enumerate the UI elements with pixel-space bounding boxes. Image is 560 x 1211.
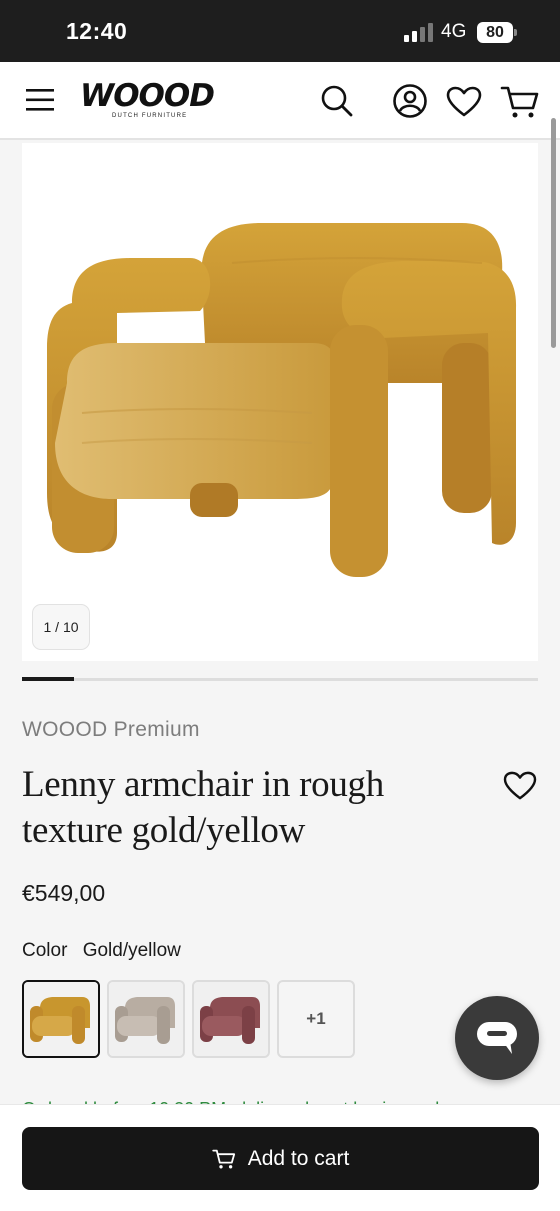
chat-bubble-icon <box>477 1022 517 1054</box>
color-label: Color <box>22 940 68 961</box>
gallery-progress[interactable] <box>22 677 538 681</box>
add-to-cart-button[interactable]: Add to cart <box>22 1127 539 1190</box>
cart-icon <box>212 1149 235 1168</box>
signal-icon <box>404 22 434 42</box>
status-bar: 12:40 4G 80 <box>0 0 560 62</box>
gallery-counter: 1 / 10 <box>32 604 90 650</box>
color-value: Gold/yellow <box>82 940 181 961</box>
battery-indicator: 80 <box>477 22 513 43</box>
search-icon[interactable] <box>320 84 354 118</box>
swatch-gold-yellow[interactable] <box>22 980 100 1058</box>
product-title: Lenny armchair in rough texture gold/yel… <box>22 764 384 851</box>
page-scrollbar[interactable] <box>551 118 556 348</box>
armchair-photo <box>47 223 517 577</box>
site-logo[interactable]: WOOOD DUTCH FURNITURE <box>80 78 215 125</box>
swatch-grey[interactable] <box>107 980 185 1058</box>
swatch-armchair-image <box>24 982 98 1056</box>
gallery-progress-fill <box>22 677 74 681</box>
logo-wordmark: WOOOD <box>80 78 215 114</box>
add-to-cart-label: Add to cart <box>247 1146 350 1170</box>
chat-button[interactable] <box>455 996 539 1080</box>
swatch-armchair-image <box>194 982 268 1056</box>
product-image[interactable] <box>22 143 538 661</box>
product-brand[interactable]: WOOOD Premium <box>22 718 200 742</box>
color-selector-label: Color Gold/yellow <box>22 940 181 962</box>
battery-tip <box>514 29 517 36</box>
swatch-armchair-image <box>109 982 183 1056</box>
status-time: 12:40 <box>66 18 128 44</box>
swatch-burgundy[interactable] <box>192 980 270 1058</box>
wishlist-heart-icon[interactable] <box>503 771 537 801</box>
more-colors-button[interactable]: +1 <box>277 980 355 1058</box>
network-type: 4G <box>441 21 467 42</box>
account-icon[interactable] <box>392 83 428 119</box>
menu-icon[interactable] <box>26 88 56 112</box>
heart-icon[interactable] <box>446 86 482 118</box>
cart-icon[interactable] <box>500 84 540 120</box>
product-price: €549,00 <box>22 880 106 906</box>
